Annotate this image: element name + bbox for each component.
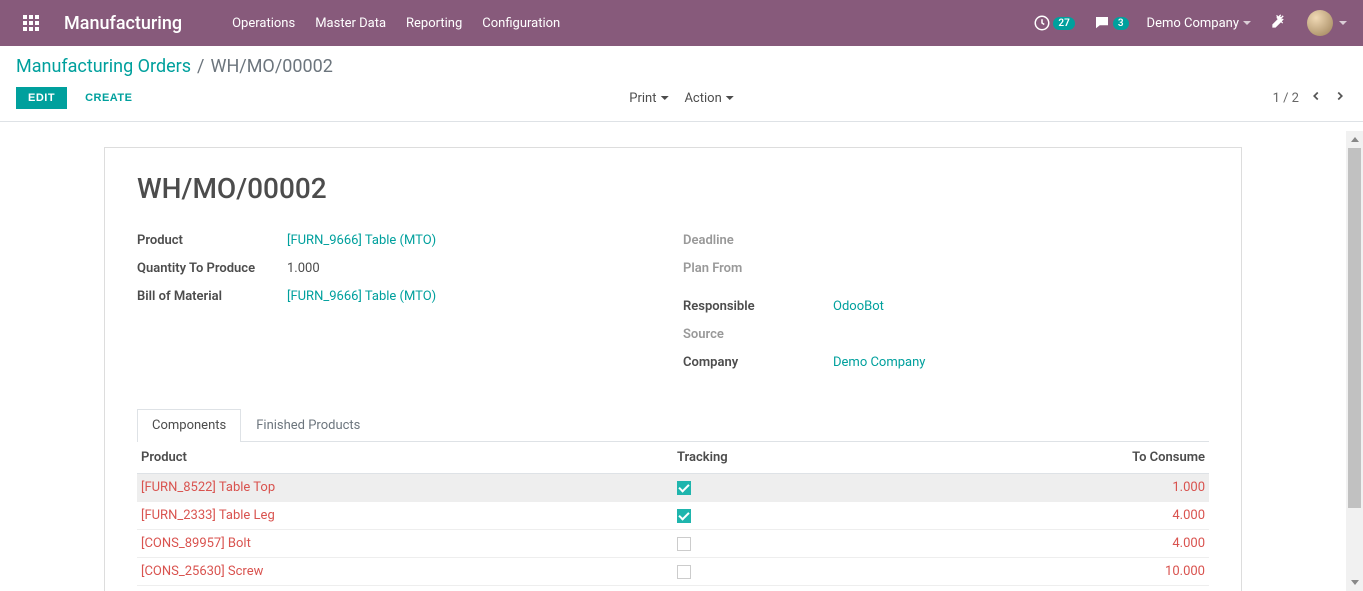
row-tracking-checked: [677, 481, 691, 495]
content-area: WH/MO/00002 Product [FURN_9666] Table (M…: [0, 131, 1346, 591]
product-field-value[interactable]: [FURN_9666] Table (MTO): [287, 233, 436, 248]
form-sheet: WH/MO/00002 Product [FURN_9666] Table (M…: [104, 147, 1242, 591]
tab-components[interactable]: Components: [137, 409, 241, 442]
row-consume: 4.000: [1172, 536, 1205, 551]
tab-finished[interactable]: Finished Products: [241, 409, 375, 441]
th-product[interactable]: Product: [137, 442, 673, 474]
row-consume: 1.000: [1172, 480, 1205, 495]
product-field-label: Product: [137, 233, 287, 248]
table-row[interactable]: [FURN_8522] Table Top 1.000: [137, 474, 1209, 502]
qty-field-value: 1.000: [287, 261, 320, 276]
caret-down-icon: [726, 96, 734, 100]
company-label: Demo Company: [1147, 16, 1239, 31]
action-dropdown[interactable]: Action: [684, 91, 733, 106]
row-product[interactable]: [CONS_89957] Bolt: [141, 536, 251, 551]
activities-count: 27: [1053, 17, 1074, 30]
clock-icon: [1033, 14, 1051, 32]
menu-reporting[interactable]: Reporting: [396, 0, 472, 46]
breadcrumb-root[interactable]: Manufacturing Orders: [16, 56, 191, 77]
menu-operations[interactable]: Operations: [222, 0, 305, 46]
bom-field-label: Bill of Material: [137, 289, 287, 304]
bug-icon: [1269, 13, 1285, 29]
row-product[interactable]: [FURN_8522] Table Top: [141, 480, 275, 495]
scroll-down-arrow[interactable]: [1346, 574, 1363, 591]
debug-button[interactable]: [1269, 13, 1285, 33]
pager-next[interactable]: [1333, 89, 1347, 107]
caret-down-icon: [1243, 21, 1251, 25]
print-dropdown[interactable]: Print: [629, 91, 668, 106]
pager-prev[interactable]: [1309, 89, 1323, 107]
th-consume[interactable]: To Consume: [941, 442, 1209, 474]
field-column-right: Deadline Plan From Responsible OdooBot S…: [683, 229, 1209, 379]
chevron-left-icon: [1309, 89, 1323, 103]
apps-menu-button[interactable]: [16, 8, 46, 38]
discuss-icon: [1093, 14, 1111, 32]
action-label: Action: [684, 91, 721, 106]
table-row[interactable]: [CONS_25630] Screw 10.000: [137, 558, 1209, 586]
edit-button[interactable]: EDIT: [16, 87, 67, 109]
caret-down-icon: [660, 96, 668, 100]
responsible-field-label: Responsible: [683, 299, 833, 314]
nav-right: 27 3 Demo Company: [1033, 10, 1347, 36]
row-tracking-unchecked: [677, 537, 691, 551]
row-product[interactable]: [CONS_25630] Screw: [141, 564, 263, 579]
pager-text: 1 / 2: [1273, 91, 1299, 106]
menu-master-data[interactable]: Master Data: [305, 0, 396, 46]
create-button[interactable]: CREATE: [73, 87, 144, 109]
apps-grid-icon: [23, 15, 39, 31]
row-consume: 4.000: [1172, 508, 1205, 523]
field-column-left: Product [FURN_9666] Table (MTO) Quantity…: [137, 229, 663, 379]
source-field-label: Source: [683, 327, 833, 342]
user-avatar: [1307, 10, 1333, 36]
deadline-field-label: Deadline: [683, 233, 833, 248]
scrollbar-thumb[interactable]: [1348, 148, 1361, 508]
planfrom-field-label: Plan From: [683, 261, 833, 276]
menu-configuration[interactable]: Configuration: [472, 0, 570, 46]
user-menu[interactable]: [1303, 10, 1347, 36]
company-switcher[interactable]: Demo Company: [1147, 16, 1251, 31]
record-title: WH/MO/00002: [137, 172, 1209, 205]
scroll-up-arrow[interactable]: [1346, 131, 1363, 148]
breadcrumb-current: WH/MO/00002: [210, 56, 332, 77]
app-brand[interactable]: Manufacturing: [64, 13, 182, 34]
table-row[interactable]: [CONS_89957] Bolt 4.000: [137, 530, 1209, 558]
company-field-value[interactable]: Demo Company: [833, 355, 925, 370]
row-product[interactable]: [FURN_2333] Table Leg: [141, 508, 275, 523]
company-field-label: Company: [683, 355, 833, 370]
print-label: Print: [629, 91, 656, 106]
tabs: Components Finished Products: [137, 409, 1209, 442]
bom-field-value[interactable]: [FURN_9666] Table (MTO): [287, 289, 436, 304]
messages-button[interactable]: 3: [1093, 14, 1129, 32]
th-tracking[interactable]: Tracking: [673, 442, 941, 474]
activities-button[interactable]: 27: [1033, 14, 1074, 32]
qty-field-label: Quantity To Produce: [137, 261, 287, 276]
components-table: Product Tracking To Consume [FURN_8522] …: [137, 442, 1209, 586]
breadcrumb-separator: /: [197, 56, 204, 77]
control-panel: EDIT CREATE Print Action 1 / 2: [0, 81, 1363, 122]
caret-down-icon: [1339, 21, 1347, 25]
top-navbar: Manufacturing Operations Master Data Rep…: [0, 0, 1363, 46]
row-tracking-unchecked: [677, 565, 691, 579]
breadcrumb: Manufacturing Orders / WH/MO/00002: [0, 46, 1363, 81]
row-tracking-checked: [677, 509, 691, 523]
row-consume: 10.000: [1165, 564, 1205, 579]
chevron-right-icon: [1333, 89, 1347, 103]
table-row[interactable]: [FURN_2333] Table Leg 4.000: [137, 502, 1209, 530]
vertical-scrollbar[interactable]: [1346, 131, 1363, 591]
messages-count: 3: [1113, 17, 1129, 30]
responsible-field-value[interactable]: OdooBot: [833, 299, 884, 314]
main-menu: Operations Master Data Reporting Configu…: [222, 0, 570, 46]
